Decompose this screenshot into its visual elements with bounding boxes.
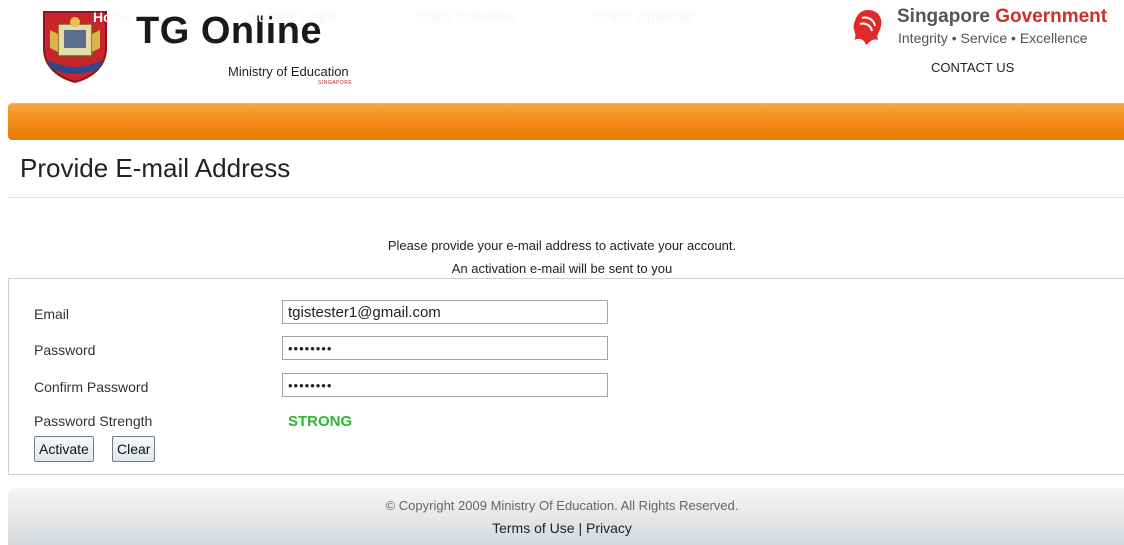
confirm-password-field[interactable]: •••••••• xyxy=(282,373,608,397)
nav-grant-calendar[interactable]: Grant Calendar xyxy=(594,9,695,25)
lion-head-icon xyxy=(848,8,884,46)
activate-button[interactable]: Activate xyxy=(34,436,94,462)
page-title: Provide E-mail Address xyxy=(20,153,291,183)
nav-grant-schemes[interactable]: Grant Schemes xyxy=(415,9,518,25)
confirm-password-label: Confirm Password xyxy=(34,379,149,395)
nav-student-login[interactable]: Student Login xyxy=(244,9,338,25)
gov-tagline: Integrity • Service • Excellence xyxy=(898,30,1088,46)
clear-button[interactable]: Clear xyxy=(112,436,156,462)
contact-us-link[interactable]: CONTACT US xyxy=(931,60,1014,75)
nav-home[interactable]: Home xyxy=(93,9,132,25)
footer-links: Terms of Use | Privacy xyxy=(0,520,1124,536)
title-divider xyxy=(8,197,1124,198)
password-strength-label: Password Strength xyxy=(34,413,153,429)
main-nav-bar xyxy=(8,103,1124,140)
gov-name-part1: Singapore xyxy=(897,6,996,27)
instruction-line-2: An activation e-mail will be sent to you xyxy=(451,261,673,276)
terms-of-use-link[interactable]: Terms of Use xyxy=(492,520,574,536)
privacy-link[interactable]: Privacy xyxy=(586,520,632,536)
email-field[interactable] xyxy=(282,300,608,324)
password-strength-value: STRONG xyxy=(288,413,353,430)
password-label: Password xyxy=(34,342,96,358)
footer-bar xyxy=(8,488,1124,545)
copyright-text: © Copyright 2009 Ministry Of Education. … xyxy=(385,498,739,513)
password-field[interactable]: •••••••• xyxy=(282,336,608,360)
instruction-line-1: Please provide your e-mail address to ac… xyxy=(387,238,737,253)
ministry-subtext: SINGAPORE xyxy=(318,80,353,86)
gov-name-part2: Government xyxy=(995,6,1108,27)
gov-name: Singapore Government xyxy=(897,6,1107,28)
footer-separator: | xyxy=(578,520,583,536)
email-label: Email xyxy=(34,306,70,322)
ministry-name: Ministry of Education xyxy=(228,64,349,79)
